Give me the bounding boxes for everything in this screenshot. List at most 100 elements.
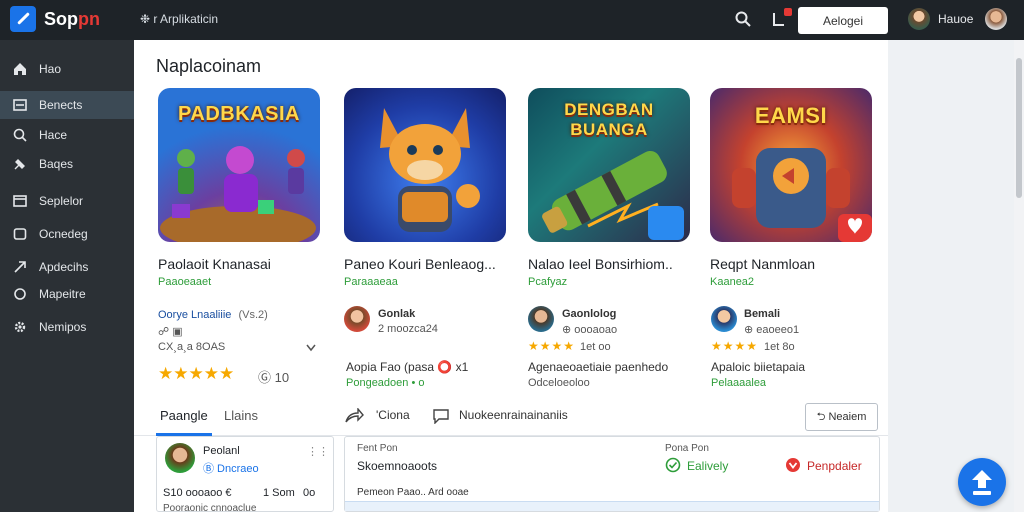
rating-stars: ★★★★★ [158,364,235,383]
profile-footer: Pooraonic cnnoaclue [163,503,257,512]
app-thumbnail[interactable]: PADBKASIA [158,88,320,242]
status-badge: Ealively [687,459,729,473]
gear-icon [14,321,26,333]
tab-llains[interactable]: Llains [224,408,258,423]
sidebar-item-label: Apdecihs [39,260,89,274]
notification-icon[interactable] [770,8,792,28]
more-icon[interactable]: ⋮⋮ [307,445,329,458]
app-title[interactable]: Reqpt Nanmloan [710,256,880,272]
developer-line: Oorye Lnaaliiie (Vs.2) [158,309,268,321]
blaster-icon [542,150,684,240]
profile-name: Peolanl [203,445,240,457]
pin-icon [14,159,25,170]
circle-icon [14,288,26,300]
avatar[interactable] [908,8,930,30]
sidebar-item-label: Seplelor [39,194,84,208]
sidebar-item-label: Nemipos [39,320,87,334]
arrow-icon [14,261,26,273]
chevron-down-icon[interactable] [306,344,316,352]
home-icon [14,63,26,75]
sidebar-item-apdecihs[interactable]: Apdecihs [0,253,134,281]
sidebar-item-label: Baqes [39,157,74,171]
developer-avatar[interactable] [344,306,370,332]
login-button[interactable]: Aelogei [798,7,888,34]
fox-character-icon [380,108,480,232]
developer-avatar[interactable] [711,306,737,332]
detail-label: Fent Pon [357,443,398,454]
main-content: Naplacoinam PADBKASIA Paolaoit Knanasai … [134,40,888,512]
folder-icon [13,228,27,240]
developer-name[interactable]: Gonlak [378,308,415,320]
app-logo-text[interactable]: Soppn [44,9,100,30]
profile-stats-tertiary: 0o [303,487,316,499]
app-logo-icon[interactable] [10,6,36,32]
profile-stats: S10 oooaoo € [163,487,232,499]
comment-icon[interactable] [432,408,450,424]
sidebar-item-label: Mapeitre [39,287,86,301]
developer-sub: 2 moozca24 [378,323,438,335]
floating-action-button[interactable] [958,458,1006,506]
share-label[interactable]: 'Ciona [376,408,410,422]
user-name[interactable]: Hauoe [938,12,973,26]
price-line: Agenaeoaetiaie paenhedo [528,360,669,374]
grid-icon [13,99,27,111]
sidebar-item-mapeitre[interactable]: Mapeitre [0,280,134,308]
app-thumbnail[interactable] [344,88,506,242]
sidebar-item-label: Hao [39,62,62,76]
window-icon [13,195,27,207]
tab-bar: Paangle Llains 'Ciona Nuokeenrainainanii… [134,400,888,436]
rating-stars: ★★★★ [711,339,759,353]
scrollbar[interactable] [1014,40,1024,512]
robot-character-icon [732,148,872,242]
sidebar-item-ocnedeg[interactable]: Ocnedeg [0,220,134,248]
price-line: Aopia Fao (pasa ⭕ x1 [346,360,469,374]
detail-label: Pona Pon [665,443,709,454]
action-button[interactable]: ⮌ Neaiem [805,403,878,431]
status-line: Odceloeoloo [528,377,590,389]
app-title[interactable]: Paolaoit Knanasai [158,256,328,272]
profile-handle[interactable]: Ⓑ Dncraeo [203,460,259,476]
sidebar-item-hace[interactable]: Hace [0,121,134,149]
app-title[interactable]: Paneo Kouri Benleaog... [344,256,514,272]
developer-name[interactable]: Bemali [744,308,780,320]
right-gutter [888,40,1024,512]
detail-value: Skoemnoaoots [357,459,438,473]
app-category: Pcafyaz [528,276,568,288]
tab-paangle[interactable]: Paangle [160,408,208,423]
share-icon[interactable] [344,408,364,424]
profile-avatar[interactable] [165,443,195,473]
app-title[interactable]: Nalao Ieel Bonsirhiom.. [528,256,698,272]
game-characters-icon [160,146,316,242]
profile-avatar[interactable] [985,8,1007,30]
sidebar-item-seplelor[interactable]: Seplelor [0,187,134,215]
search-icon [13,128,27,142]
sidebar-item-baqes[interactable]: Baqes [0,150,134,178]
notification-badge [784,8,792,16]
status-line: Pongeadoen • o [346,377,425,389]
app-category: Kaanea2 [710,276,755,288]
app-thumbnail[interactable]: EAMSI [710,88,872,242]
profile-stats-secondary: 1 Som [263,487,295,499]
rating-count: 1et 8o [764,341,795,353]
search-icon[interactable] [735,11,751,27]
top-bar: Soppn ❉ r Arplikaticin Aelogei Hauoe [0,0,1024,40]
profile-panel: Peolanl Ⓑ Dncraeo ⋮⋮ S10 oooaoo € 1 Som … [156,436,334,512]
sidebar-item-home[interactable]: Hao [0,55,134,83]
rating-stars: ★★★★ [528,339,576,353]
rating-count: Ⓖ 10 [258,370,290,385]
version-line: ☍ ▣ [158,326,183,338]
scroll-thumb[interactable] [1016,58,1022,198]
comment-label[interactable]: Nuokeenrainainaniis [459,408,568,422]
developer-sub: ⊕ eaoeeo1 [744,324,800,336]
sidebar-item-nemipos[interactable]: Nemipos [0,313,134,341]
app-category: Paaoeaaet [158,276,212,288]
app-thumbnail[interactable]: DENGBAN BUANGA [528,88,690,242]
app-category: Paraaaeaa [344,276,398,288]
price-line: Apaloic biietapaia [711,360,806,374]
download-icon [972,470,992,495]
sidebar-item-benects[interactable]: Benects [0,91,134,119]
app-section-tag: ❉ r Arplikaticin [140,12,219,26]
developer-avatar[interactable] [528,306,554,332]
developer-sub: ⊕ oooaoao [562,324,618,336]
developer-name[interactable]: Gaonlolog [562,308,616,320]
